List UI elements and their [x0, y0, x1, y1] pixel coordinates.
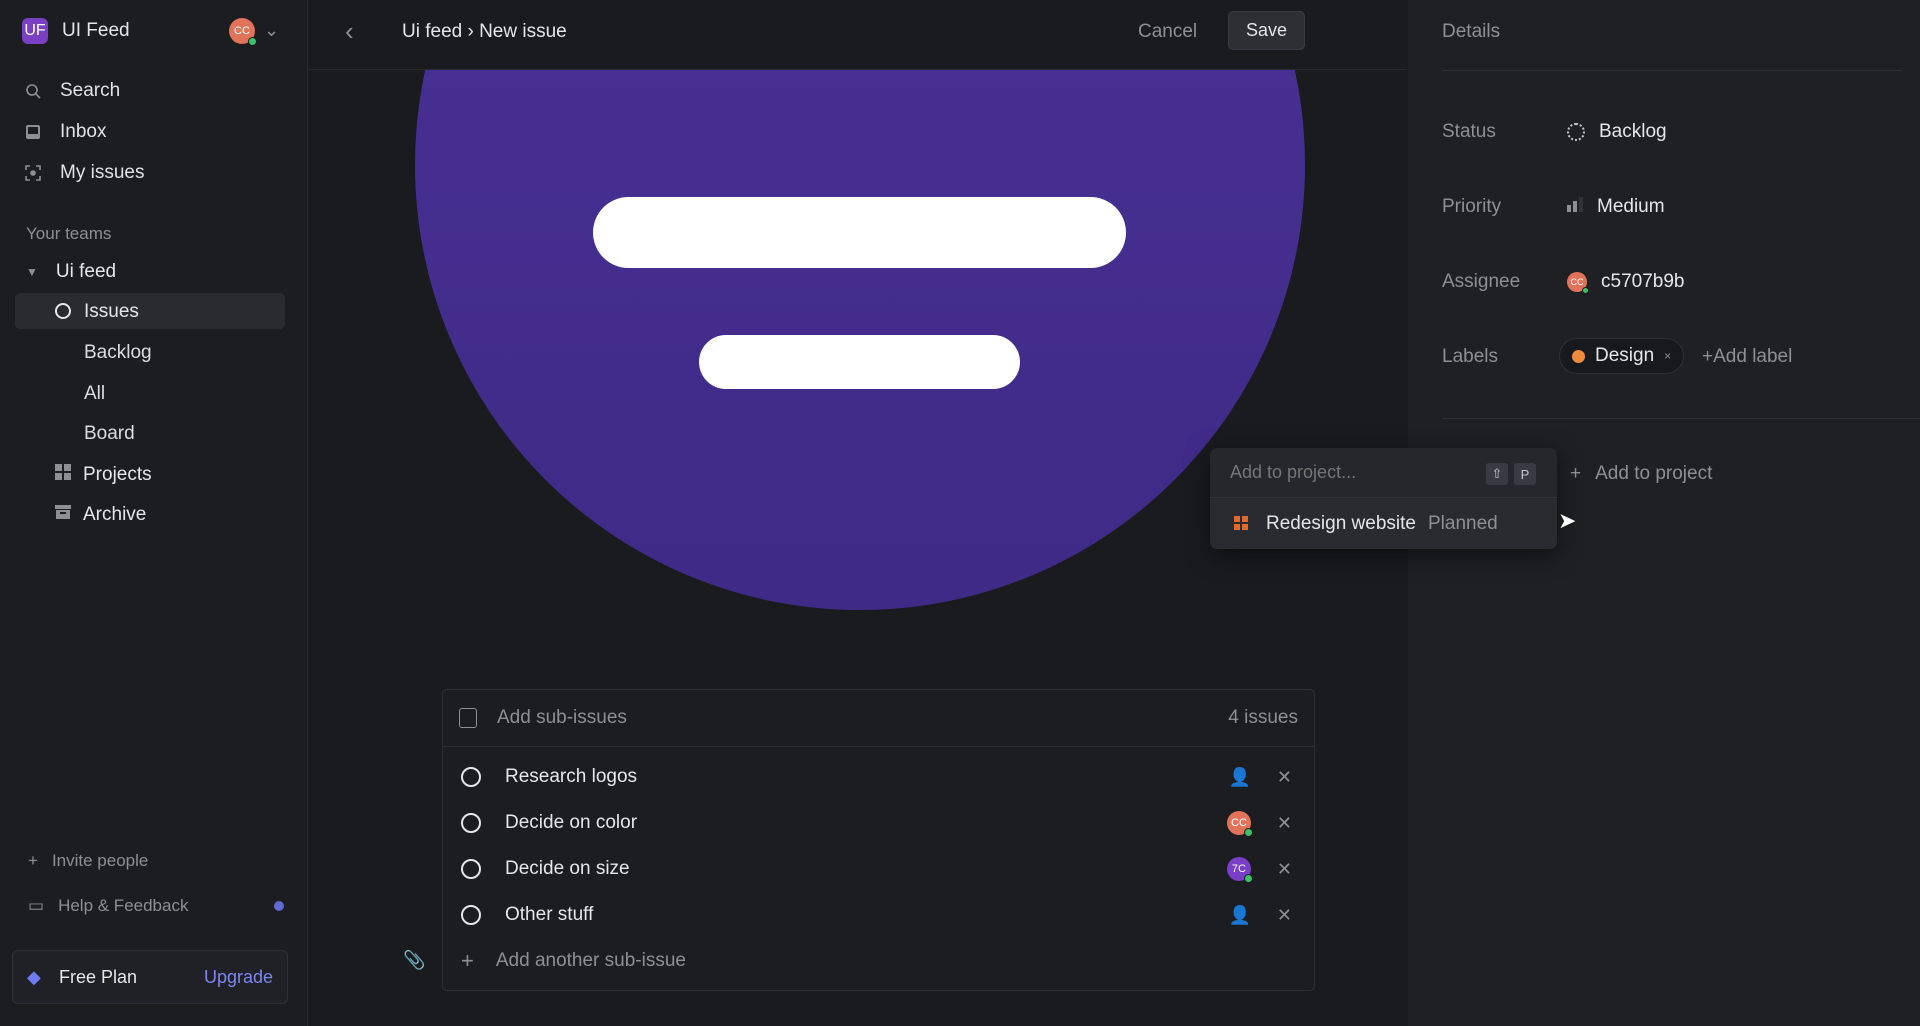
projects-icon	[55, 464, 71, 486]
assignee-label: Assignee	[1442, 271, 1521, 292]
project-search-input[interactable]	[1230, 462, 1460, 483]
help-feedback-button[interactable]: ▭ Help & Feedback	[28, 896, 188, 916]
sidebar-item-inbox[interactable]: Inbox	[24, 121, 106, 143]
workspace-name: UI Feed	[62, 20, 130, 41]
workspace-switcher[interactable]: UF UI Feed	[22, 18, 130, 44]
status-circle-icon	[461, 813, 481, 833]
upgrade-link[interactable]: Upgrade	[204, 967, 273, 988]
project-icon	[1234, 514, 1248, 535]
chevron-down-icon[interactable]: ⌄	[264, 20, 279, 41]
sidebar-item-issues[interactable]: Issues	[15, 293, 285, 329]
caret-down-icon: ▼	[26, 265, 38, 279]
sub-issues-panel: Add sub-issues 4 issues Research logos 👤 ✕…	[442, 689, 1315, 991]
status-circle-icon	[461, 859, 481, 879]
status-label: Status	[1442, 121, 1496, 142]
sidebar-item-my-issues[interactable]: My issues	[24, 162, 144, 184]
invite-people-button[interactable]: + Invite people	[28, 851, 148, 871]
breadcrumb: Ui feed › New issue	[402, 21, 567, 42]
add-assignee-icon[interactable]: 👤	[1228, 767, 1250, 788]
assignee-avatar[interactable]: 7C	[1226, 857, 1253, 883]
my-issues-icon	[24, 164, 42, 182]
sub-issue-row[interactable]: Decide on color CC ✕	[443, 800, 1314, 846]
labels-label: Labels	[1442, 346, 1498, 367]
assignee-avatar: CC	[1567, 272, 1589, 294]
remove-icon[interactable]: ✕	[1277, 905, 1292, 926]
issues-circle-icon	[55, 303, 71, 319]
mouse-cursor-icon: ➤	[1558, 508, 1577, 533]
sidebar-item-archive[interactable]: Archive	[55, 504, 146, 526]
label-chip-design[interactable]: Design ×	[1559, 338, 1685, 374]
attachment-icon[interactable]: 📎	[403, 950, 425, 971]
remove-icon[interactable]: ✕	[1277, 767, 1292, 788]
cancel-button[interactable]: Cancel	[1138, 21, 1197, 43]
add-another-sub-issue[interactable]: + Add another sub-issue	[443, 938, 1314, 984]
details-title: Details	[1442, 21, 1501, 42]
search-icon	[24, 82, 42, 100]
remove-icon[interactable]: ✕	[1277, 813, 1292, 834]
status-value[interactable]: Backlog	[1567, 121, 1667, 143]
plan-card: ◆ Free Plan Upgrade	[12, 950, 288, 1004]
priority-label: Priority	[1442, 196, 1502, 217]
hero-bar-small	[699, 335, 1020, 389]
sub-issues-icon	[459, 708, 477, 728]
status-circle-icon	[461, 767, 481, 787]
project-dropdown: ⇧ P Redesign website Planned	[1210, 448, 1557, 549]
sidebar-item-search[interactable]: Search	[24, 80, 120, 102]
sub-issues-header[interactable]: Add sub-issues 4 issues	[443, 690, 1314, 747]
hero-bar-large	[593, 197, 1126, 268]
header: ‹ Ui feed › New issue Cancel Save	[309, 0, 1407, 70]
plus-icon: +	[28, 851, 38, 870]
sub-issue-row[interactable]: Research logos 👤 ✕	[443, 754, 1314, 800]
archive-icon	[55, 504, 71, 526]
remove-icon[interactable]: ✕	[1277, 859, 1292, 880]
save-button[interactable]: Save	[1228, 11, 1305, 50]
priority-bars-icon	[1567, 196, 1583, 218]
add-assignee-icon[interactable]: 👤	[1228, 905, 1250, 926]
teams-heading: Your teams	[26, 224, 112, 243]
sub-issue-row[interactable]: Other stuff 👤 ✕	[443, 892, 1314, 938]
divider	[1442, 418, 1920, 419]
assignee-value[interactable]: CC c5707b9b	[1567, 271, 1684, 294]
project-option[interactable]: Redesign website Planned	[1210, 499, 1557, 549]
layers-icon: ◆	[27, 967, 41, 987]
project-search[interactable]: ⇧ P	[1210, 448, 1557, 498]
sidebar: UF UI Feed CC ⌄ Search Inbox My issues Y…	[0, 0, 308, 1026]
back-chevron-icon[interactable]: ‹	[345, 16, 354, 47]
priority-value[interactable]: Medium	[1567, 196, 1665, 218]
backlog-status-icon	[1567, 123, 1585, 141]
assignee-avatar[interactable]: CC	[1226, 811, 1253, 837]
sidebar-item-backlog[interactable]: Backlog	[84, 342, 152, 364]
plus-icon: +	[461, 948, 474, 973]
user-avatar[interactable]: CC	[229, 18, 257, 46]
divider	[1442, 70, 1902, 71]
hero-image	[415, 0, 1305, 610]
notification-dot	[274, 901, 284, 911]
status-circle-icon	[461, 905, 481, 925]
sidebar-item-all[interactable]: All	[84, 383, 105, 405]
shortcut-shift: ⇧	[1486, 463, 1508, 485]
chat-icon: ▭	[28, 896, 45, 915]
sidebar-item-projects[interactable]: Projects	[55, 464, 152, 486]
add-to-project-button[interactable]: + Add to project	[1570, 463, 1712, 485]
inbox-icon	[24, 123, 42, 141]
shortcut-p: P	[1514, 463, 1536, 485]
sub-issue-row[interactable]: Decide on size 7C ✕	[443, 846, 1314, 892]
team-toggle[interactable]: ▼ Ui feed	[26, 261, 116, 283]
remove-label-icon[interactable]: ×	[1664, 349, 1671, 363]
plus-icon: +	[1570, 463, 1582, 484]
add-label-button[interactable]: +Add label	[1702, 346, 1792, 368]
label-color-dot	[1572, 349, 1585, 363]
sidebar-item-board[interactable]: Board	[84, 423, 135, 445]
workspace-logo: UF	[22, 18, 48, 44]
